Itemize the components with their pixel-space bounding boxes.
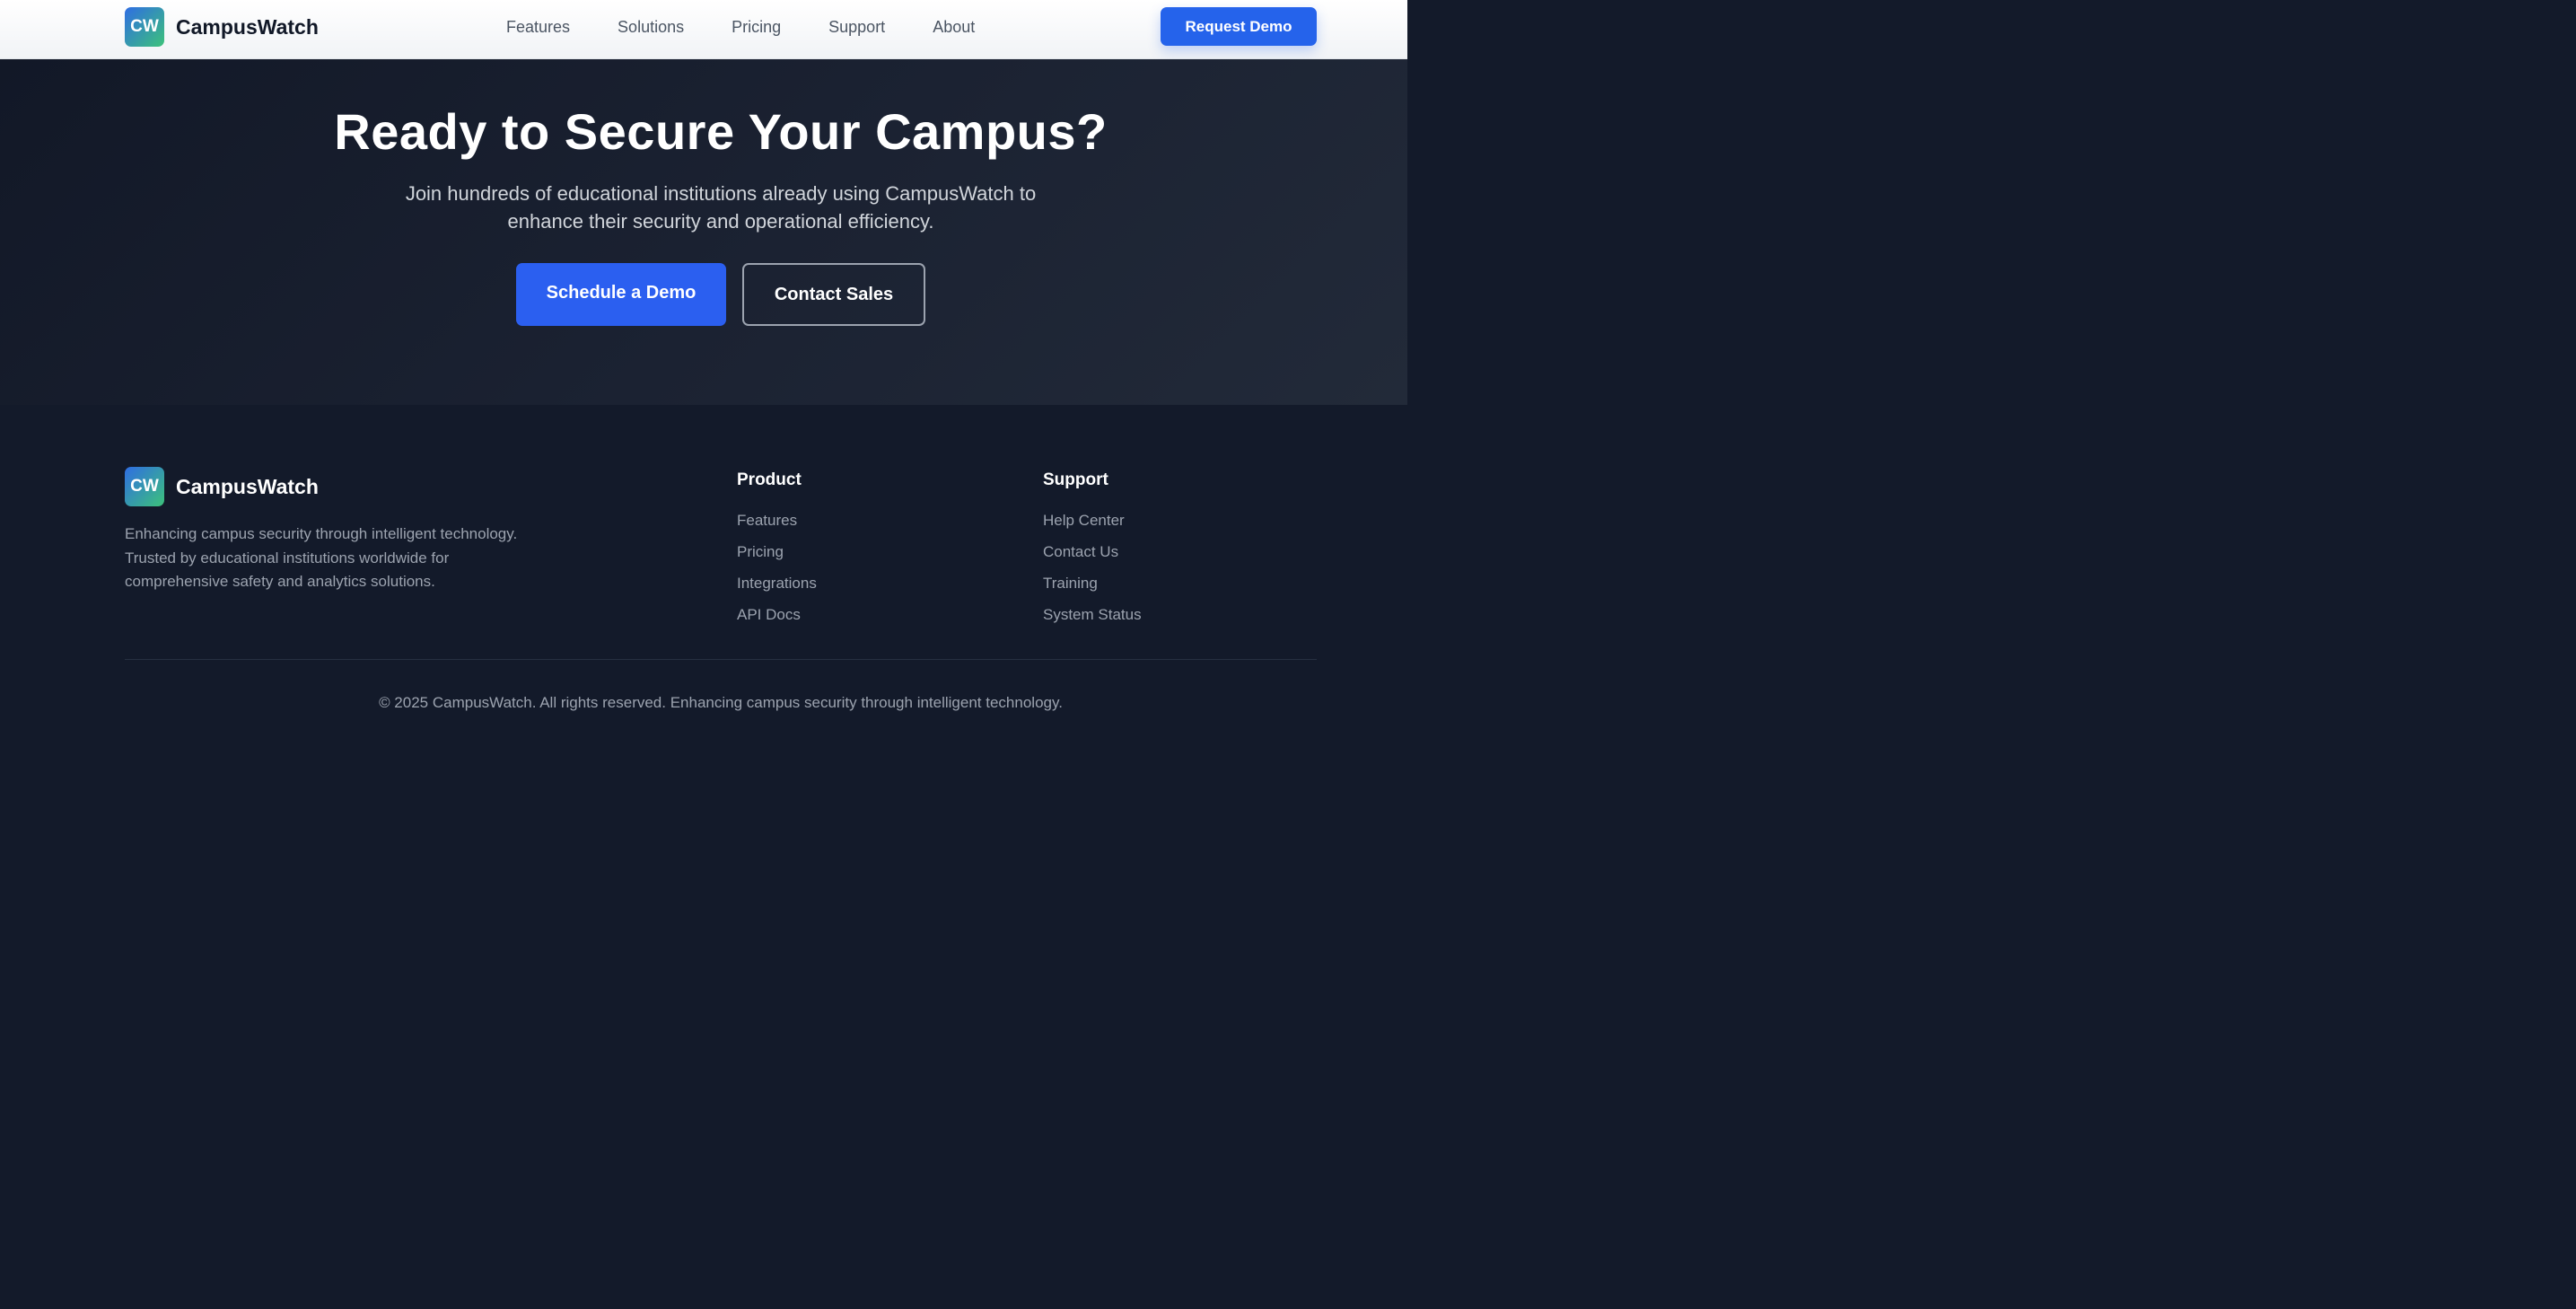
hero-title: Ready to Secure Your Campus?: [334, 103, 1108, 160]
schedule-demo-button[interactable]: Schedule a Demo: [516, 263, 726, 326]
cta-hero: Ready to Secure Your Campus? Join hundre…: [0, 59, 1407, 405]
nav-link-solutions[interactable]: Solutions: [618, 18, 684, 37]
top-nav: CW CampusWatch Features Solutions Pricin…: [0, 0, 1407, 59]
footer-logo[interactable]: CW CampusWatch: [125, 467, 319, 506]
footer-description: Enhancing campus security through intell…: [125, 525, 518, 590]
footer-link-help-center[interactable]: Help Center: [1043, 512, 1142, 543]
footer-brand-name: CampusWatch: [176, 474, 319, 498]
hero-subtitle: Join hundreds of educational institution…: [405, 182, 1037, 233]
footer-column-product: Product Features Pricing Integrations AP…: [737, 470, 817, 637]
nav-links: Features Solutions Pricing Support About: [506, 0, 975, 54]
footer-link-api-docs[interactable]: API Docs: [737, 606, 817, 637]
footer-column-support: Support Help Center Contact Us Training …: [1043, 470, 1142, 637]
footer-link-features[interactable]: Features: [737, 512, 817, 543]
footer-link-training[interactable]: Training: [1043, 575, 1142, 606]
request-demo-button[interactable]: Request Demo: [1161, 7, 1317, 46]
brand-name: CampusWatch: [176, 14, 319, 39]
brand-logo[interactable]: CW CampusWatch: [125, 7, 319, 47]
footer-link-system-status[interactable]: System Status: [1043, 606, 1142, 637]
nav-link-features[interactable]: Features: [506, 18, 570, 37]
footer-link-contact-us[interactable]: Contact Us: [1043, 543, 1142, 575]
copyright-text: © 2025 CampusWatch. All rights reserved.…: [379, 694, 1063, 711]
footer-divider: [125, 659, 1317, 660]
nav-link-about[interactable]: About: [933, 18, 975, 37]
footer-column-title: Support: [1043, 470, 1108, 489]
logo-mark: CW: [125, 7, 164, 47]
nav-link-pricing[interactable]: Pricing: [732, 18, 781, 37]
footer-link-pricing[interactable]: Pricing: [737, 543, 817, 575]
footer-logo-mark: CW: [125, 467, 164, 506]
footer-column-title: Product: [737, 470, 802, 489]
contact-sales-button[interactable]: Contact Sales: [742, 263, 925, 326]
nav-link-support[interactable]: Support: [828, 18, 885, 37]
footer: CW CampusWatch Enhancing campus security…: [0, 405, 1407, 716]
footer-link-integrations[interactable]: Integrations: [737, 575, 817, 606]
